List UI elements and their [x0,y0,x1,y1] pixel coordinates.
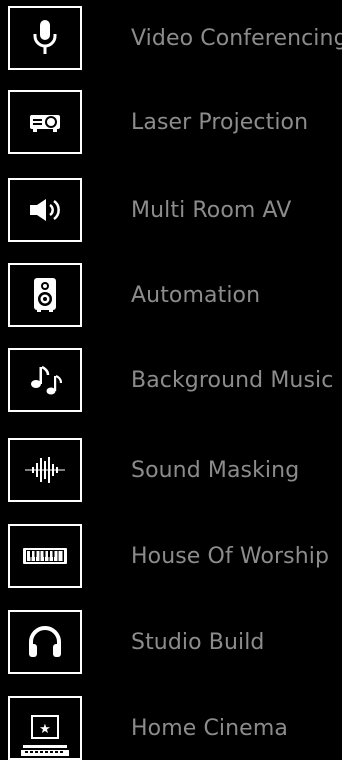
menu-item-home-cinema[interactable]: ★ Home Cinema [8,694,342,760]
menu-item-multi-room-av[interactable]: Multi Room AV [8,176,342,244]
menu-item-studio-build[interactable]: Studio Build [8,608,342,676]
menu-item-label: Video Conferencing [131,25,342,51]
music-notes-icon [8,348,82,412]
microphone-icon [8,6,82,70]
menu-item-video-conferencing[interactable]: Video Conferencing [8,4,342,72]
keyboard-piano-icon [8,524,82,588]
projector-icon [8,90,82,154]
menu-item-label: Sound Masking [131,457,300,483]
cinema-screen-icon: ★ [8,696,82,760]
menu-item-automation[interactable]: Automation [8,261,342,329]
menu-item-label: Studio Build [131,629,265,655]
menu-item-label: Laser Projection [131,109,309,135]
speaker-volume-icon [8,178,82,242]
loudspeaker-icon [8,263,82,327]
menu-item-sound-masking[interactable]: Sound Masking [8,436,342,504]
menu-item-background-music[interactable]: Background Music [8,346,342,414]
menu-item-label: House Of Worship [131,543,330,569]
menu-item-label: Background Music [131,367,334,393]
svg-text:★: ★ [39,722,51,737]
menu-item-house-of-worship[interactable]: House Of Worship [8,522,342,590]
sound-wave-icon [8,438,82,502]
menu-item-label: Automation [131,282,261,308]
menu-item-laser-projection[interactable]: Laser Projection [8,88,342,156]
menu-item-label: Home Cinema [131,715,288,741]
headphones-icon [8,610,82,674]
menu-item-label: Multi Room AV [131,197,292,223]
